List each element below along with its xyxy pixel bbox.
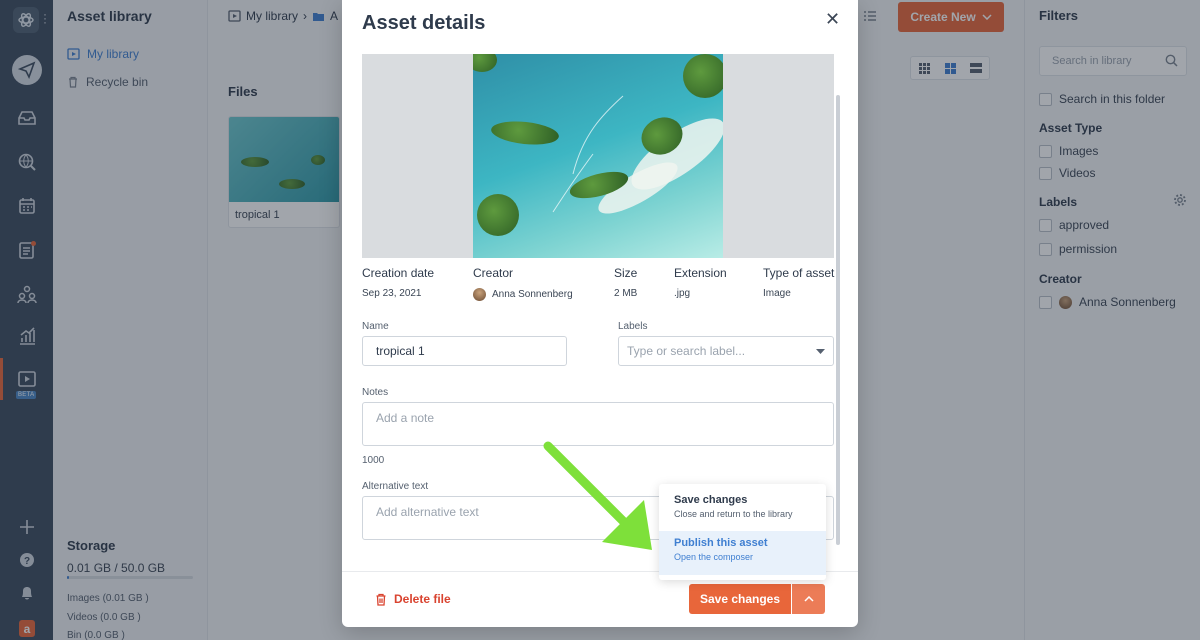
caret-down-icon [816, 348, 825, 354]
asset-preview [362, 54, 834, 258]
menu-item-save-changes[interactable]: Save changes Close and return to the lib… [659, 494, 826, 519]
delete-file-button[interactable]: Delete file [375, 592, 451, 606]
close-icon[interactable]: ✕ [825, 9, 840, 30]
meta-extension: .jpg [674, 288, 691, 299]
meta-header-extension: Extension [674, 266, 727, 280]
menu-item-subtitle: Close and return to the library [674, 509, 793, 519]
save-changes-button[interactable]: Save changes [689, 584, 791, 614]
trash-icon [376, 593, 386, 606]
annotation-arrow-icon [543, 441, 652, 550]
labels-select[interactable]: Type or search label... [618, 336, 834, 366]
meta-size: 2 MB [614, 288, 638, 299]
delete-label: Delete file [394, 592, 451, 606]
modal-scrollbar[interactable] [836, 95, 840, 545]
menu-item-title: Save changes [674, 494, 748, 506]
notes-label: Notes [362, 387, 389, 398]
chevron-up-icon [803, 596, 814, 602]
meta-creator: Anna Sonnenberg [473, 288, 573, 301]
labels-label: Labels [618, 321, 648, 332]
meta-creation-date: Sep 23, 2021 [362, 288, 422, 299]
avatar [473, 288, 486, 301]
modal-title: Asset details [362, 12, 486, 34]
asset-image [473, 54, 723, 258]
save-options-toggle[interactable] [792, 584, 825, 614]
meta-header-size: Size [614, 266, 638, 280]
creator-name: Anna Sonnenberg [492, 289, 573, 301]
meta-type: Image [763, 288, 791, 299]
menu-item-title: Publish this asset [674, 537, 768, 549]
notes-char-counter: 1000 [362, 455, 385, 466]
menu-item-publish-asset[interactable]: Publish this asset Open the composer [659, 531, 826, 575]
meta-header-creation-date: Creation date [362, 266, 435, 280]
menu-item-subtitle: Open the composer [674, 552, 754, 562]
labels-placeholder: Type or search label... [627, 344, 746, 358]
name-label: Name [362, 321, 389, 332]
save-options-menu: Save changes Close and return to the lib… [659, 484, 826, 580]
meta-header-creator: Creator [473, 266, 514, 280]
name-input[interactable]: tropical 1 [362, 336, 567, 366]
alt-text-label: Alternative text [362, 481, 429, 492]
meta-header-type: Type of asset [763, 266, 835, 280]
